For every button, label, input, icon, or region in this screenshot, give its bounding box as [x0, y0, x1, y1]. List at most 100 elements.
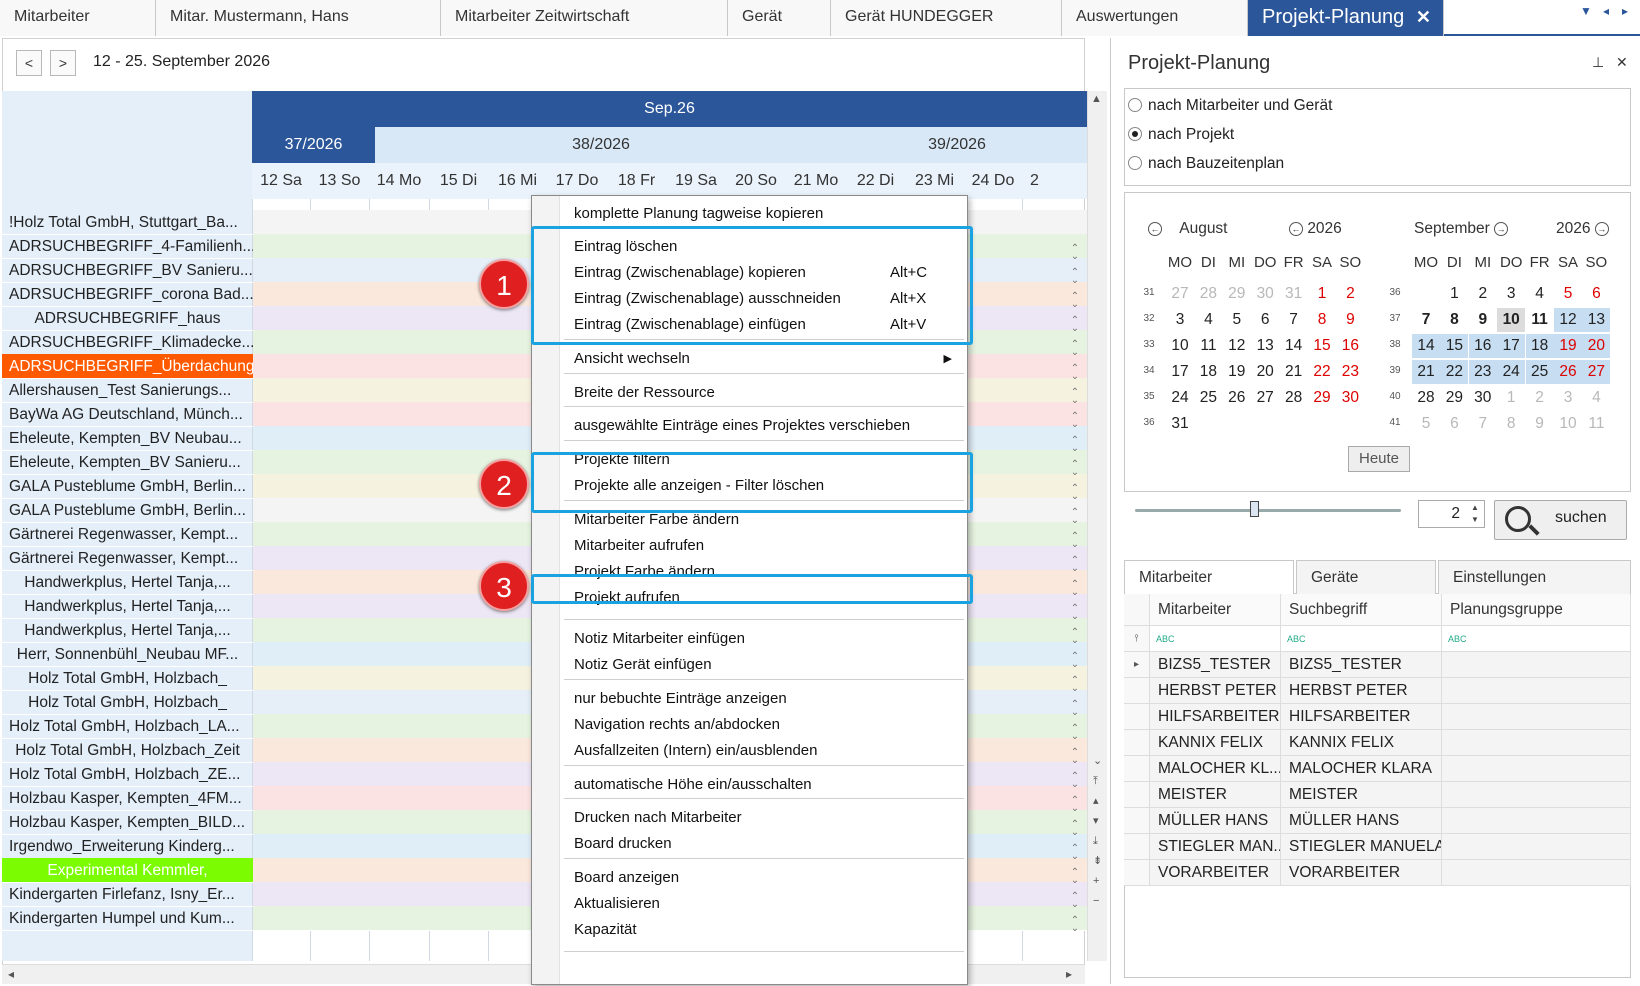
calendar-day[interactable]: 18	[1525, 334, 1554, 358]
calendar-day[interactable]: 29	[1308, 386, 1336, 410]
resource-label[interactable]: ADRSUCHBEGRIFF_Klimadecke...	[2, 330, 253, 355]
row-scroll-down-icon[interactable]: ⌄	[1068, 563, 1082, 575]
calendar-day[interactable]: 2	[1469, 282, 1497, 306]
zoom-slider-thumb[interactable]	[1250, 501, 1259, 517]
scroll-tabs-right-icon[interactable]: ▸	[1622, 4, 1628, 18]
scroll-tabs-left-icon[interactable]: ◂	[1603, 4, 1609, 18]
scroll-left-icon[interactable]: ◂	[8, 967, 14, 981]
filter-mitarbeiter-icon[interactable]: ABC	[1150, 626, 1281, 652]
menu-item[interactable]: Ansicht wechseln ▶	[574, 346, 954, 372]
calendar-day[interactable]: 11	[1194, 334, 1222, 358]
resource-label[interactable]: Handwerkplus, Hertel Tanja,...	[2, 594, 253, 619]
resource-label[interactable]: Experimental Kemmler,	[2, 858, 253, 883]
calendar-day[interactable]: 7	[1412, 308, 1440, 332]
calendar-day[interactable]: 21	[1280, 360, 1308, 384]
calendar-day[interactable]: 29	[1223, 282, 1251, 306]
tab-mitarbeiter-mustermann[interactable]: Mitar. Mustermann, Hans	[156, 0, 441, 36]
calendar-day[interactable]: 31	[1166, 412, 1194, 436]
row-indicator[interactable]: ▸	[1124, 652, 1150, 678]
calendar-day[interactable]: 27	[1166, 282, 1194, 306]
grid-cell[interactable]: VORARBEITER	[1150, 860, 1281, 886]
grid-cell[interactable]	[1442, 704, 1631, 730]
menu-item[interactable]: Navigation rechts an/abdocken	[574, 712, 954, 738]
calendar-day[interactable]: 4	[1194, 308, 1222, 332]
resource-label[interactable]: ADRSUCHBEGRIFF_corona Bad...	[2, 282, 253, 307]
resource-label[interactable]: Holzbau Kasper, Kempten_BILD...	[2, 810, 253, 835]
tab-zeitwirtschaft[interactable]: Mitarbeiter Zeitwirtschaft	[441, 0, 728, 36]
grid-cell[interactable]	[1442, 834, 1631, 860]
filter-suchbegriff-icon[interactable]: ABC	[1281, 626, 1442, 652]
row-scroll-down-icon[interactable]: ⌄	[1068, 275, 1082, 287]
calendar-day[interactable]: 5	[1223, 308, 1251, 332]
tab-grid-mitarbeiter[interactable]: Mitarbeiter	[1124, 560, 1294, 594]
calendar-day[interactable]: 28	[1412, 386, 1440, 410]
today-button[interactable]: Heute	[1348, 446, 1410, 472]
scroll-up-icon[interactable]: ▲	[1091, 93, 1102, 105]
resource-label[interactable]: ADRSUCHBEGRIFF_4-Familienh...	[2, 234, 253, 259]
calendar-day[interactable]: 18	[1194, 360, 1222, 384]
calendar-day[interactable]: 5	[1554, 282, 1582, 306]
grid-cell[interactable]	[1442, 678, 1631, 704]
resource-label[interactable]: Holz Total GmbH, Holzbach_ZE...	[2, 762, 253, 787]
menu-item[interactable]: Aktualisieren	[574, 891, 954, 917]
close-tab-icon[interactable]: ✕	[1416, 0, 1431, 34]
row-scroll-down-icon[interactable]: ⌄	[1068, 515, 1082, 527]
row-scroll-down-icon[interactable]: ⌄	[1068, 467, 1082, 479]
calendar-day[interactable]: 19	[1554, 334, 1582, 358]
resource-label[interactable]: Eheleute, Kempten_BV Neubau...	[2, 426, 253, 451]
calendar-day[interactable]: 30	[1469, 386, 1497, 410]
grid-cell[interactable]	[1442, 652, 1631, 678]
grid-cell[interactable]: MALOCHER KL...	[1150, 756, 1281, 782]
next-year-icon[interactable]: →	[1594, 222, 1609, 236]
row-scroll-down-icon[interactable]: ⌄	[1068, 371, 1082, 383]
row-scroll-down-icon[interactable]: ⌄	[1068, 443, 1082, 455]
menu-item[interactable]: ausgewählte Einträge eines Projektes ver…	[574, 413, 954, 439]
menu-item[interactable]: Mitarbeiter aufrufen	[574, 533, 954, 559]
calendar-day[interactable]: 24	[1497, 360, 1526, 384]
menu-item[interactable]: Board drucken	[574, 831, 954, 857]
calendar-day[interactable]: 30	[1251, 282, 1279, 306]
row-indicator[interactable]	[1124, 782, 1150, 808]
resource-label[interactable]: BayWa AG Deutschland, Münch...	[2, 402, 253, 427]
resource-label[interactable]: Handwerkplus, Hertel Tanja,...	[2, 618, 253, 643]
calendar-day[interactable]: 3	[1166, 308, 1194, 332]
menu-item[interactable]: Notiz Mitarbeiter einfügen	[574, 626, 954, 652]
calendar-day[interactable]: 9	[1526, 412, 1554, 436]
resource-label[interactable]: Gärtnerei Regenwasser, Kempt...	[2, 522, 253, 547]
calendar-day[interactable]: 6	[1440, 412, 1468, 436]
menu-item[interactable]: nur bebuchte Einträge anzeigen	[574, 686, 954, 712]
grid-cell[interactable]: HILFSARBEITER	[1150, 704, 1281, 730]
menu-item[interactable]: Drucken nach Mitarbeiter	[574, 805, 954, 831]
tab-auswertungen[interactable]: Auswertungen	[1062, 0, 1248, 36]
tab-list-dropdown-icon[interactable]: ▼	[1580, 4, 1592, 18]
row-scroll-down-icon[interactable]: ⌄	[1068, 683, 1082, 695]
calendar-day[interactable]: 2	[1336, 282, 1364, 306]
row-indicator[interactable]	[1124, 756, 1150, 782]
resource-label[interactable]: Handwerkplus, Hertel Tanja,...	[2, 570, 253, 595]
calendar-day[interactable]: 13	[1251, 334, 1279, 358]
resource-label[interactable]: ADRSUCHBEGRIFF_BV Sanieru...	[2, 258, 253, 283]
calendar-day[interactable]: 20	[1251, 360, 1279, 384]
grid-cell[interactable]	[1442, 860, 1631, 886]
resource-label[interactable]: Gärtnerei Regenwasser, Kempt...	[2, 546, 253, 571]
grid-cell[interactable]: VORARBEITER	[1281, 860, 1442, 886]
menu-item[interactable]: komplette Planung tagweise kopieren	[574, 201, 954, 227]
menu-item[interactable]: Kapazität	[574, 917, 954, 943]
grid-cell[interactable]: MÜLLER HANS	[1281, 808, 1442, 834]
tab-geraet[interactable]: Gerät	[728, 0, 831, 36]
calendar-day[interactable]: 19	[1223, 360, 1251, 384]
resource-label[interactable]: Herr, Sonnenbühl_Neubau MF...	[2, 642, 253, 667]
grid-cell[interactable]	[1442, 730, 1631, 756]
calendar-day[interactable]: 6	[1251, 308, 1279, 332]
next-period-button[interactable]: >	[50, 50, 76, 76]
row-scroll-down-icon[interactable]: ⌄	[1068, 923, 1082, 935]
menu-item[interactable]: Ausfallzeiten (Intern) ein/ausblenden	[574, 738, 954, 764]
calendar-day[interactable]: 4	[1526, 282, 1554, 306]
calendar-day[interactable]: 8	[1308, 308, 1336, 332]
menu-item[interactable]: Notiz Gerät einfügen	[574, 652, 954, 678]
row-indicator[interactable]	[1124, 704, 1150, 730]
calendar-day[interactable]: 9	[1469, 308, 1497, 332]
resource-label[interactable]: GALA Pusteblume GmbH, Berlin...	[2, 474, 253, 499]
calendar-day[interactable]: 12	[1554, 308, 1582, 332]
calendar-day[interactable]: 16	[1336, 334, 1364, 358]
